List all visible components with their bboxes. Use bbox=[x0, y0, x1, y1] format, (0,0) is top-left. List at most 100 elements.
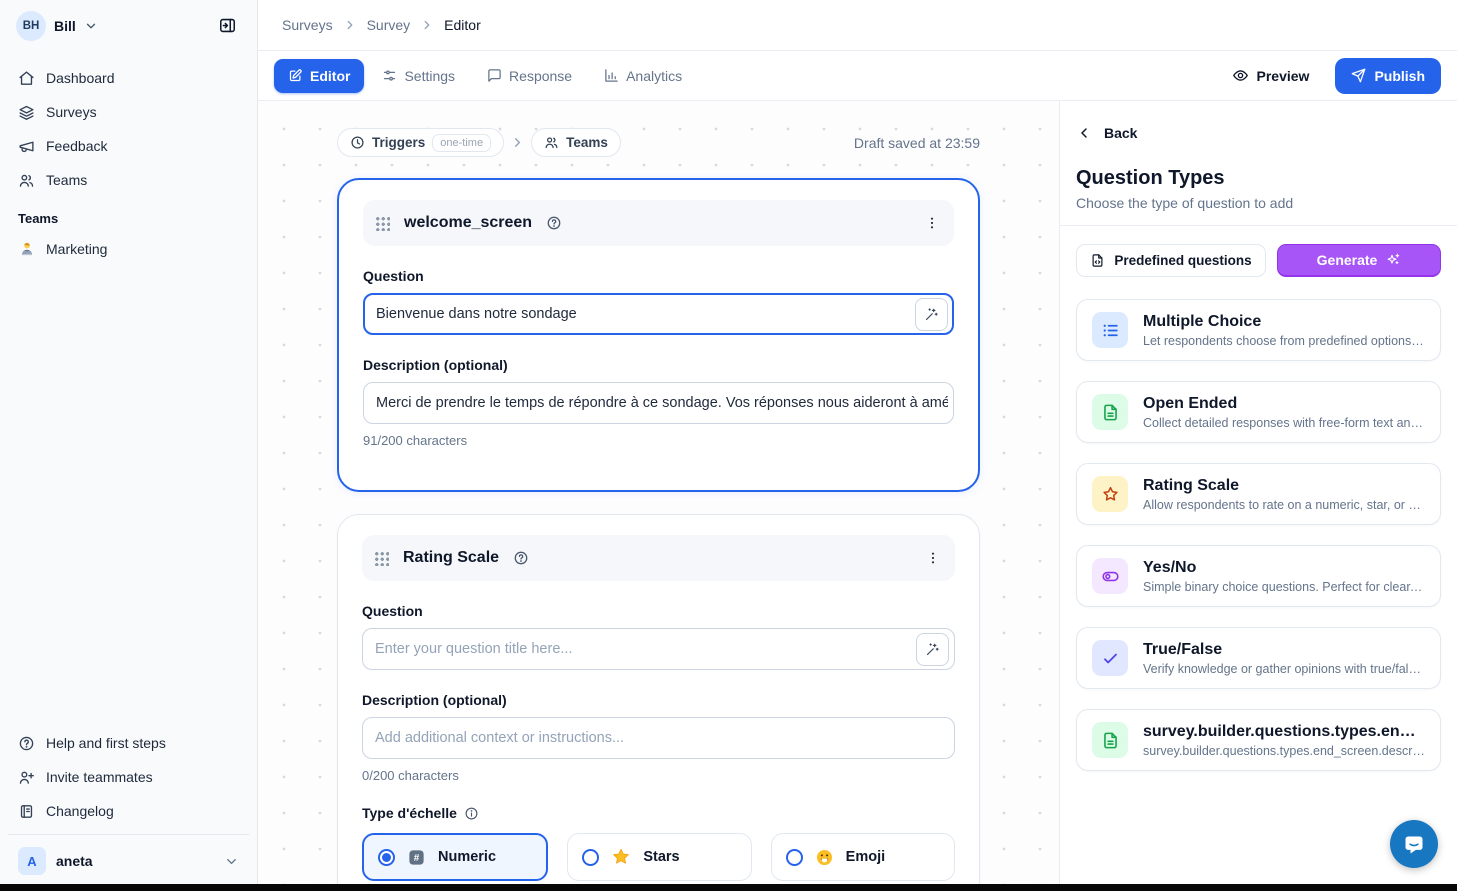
magic-wand-icon bbox=[924, 307, 939, 322]
card-menu-button[interactable] bbox=[924, 215, 940, 231]
workspace-switcher[interactable]: BH Bill bbox=[16, 11, 211, 41]
sidebar-item-changelog[interactable]: Changelog bbox=[8, 794, 249, 828]
sidebar-footer: Help and first steps Invite teammates Ch… bbox=[0, 718, 257, 828]
question-input-wrap bbox=[363, 293, 954, 335]
bottom-window-edge bbox=[0, 884, 1457, 891]
file-text-icon bbox=[1092, 722, 1128, 758]
teams-pill[interactable]: Teams bbox=[531, 128, 621, 157]
sidebar-item-surveys[interactable]: Surveys bbox=[8, 95, 249, 129]
pencil-square-icon bbox=[288, 68, 303, 83]
scale-option-label: Stars bbox=[643, 849, 679, 865]
question-type-end-screen[interactable]: survey.builder.questions.types.end_scr..… bbox=[1076, 709, 1441, 771]
sidebar-item-teams[interactable]: Teams bbox=[8, 163, 249, 197]
question-type-description: Let respondents choose from predefined o… bbox=[1143, 334, 1425, 348]
drag-handle-icon[interactable] bbox=[374, 551, 389, 566]
help-circle-icon[interactable] bbox=[546, 215, 562, 231]
question-type-description: Allow respondents to rate on a numeric, … bbox=[1143, 498, 1425, 512]
question-type-open-ended[interactable]: Open Ended Collect detailed responses wi… bbox=[1076, 381, 1441, 443]
info-circle-icon[interactable] bbox=[464, 806, 479, 821]
sidebar-item-invite[interactable]: Invite teammates bbox=[8, 760, 249, 794]
card-menu-button[interactable] bbox=[925, 550, 941, 566]
tab-analytics[interactable]: Analytics bbox=[590, 59, 696, 93]
home-icon bbox=[18, 70, 35, 87]
file-code-icon bbox=[1090, 253, 1105, 268]
changelog-icon bbox=[18, 803, 35, 820]
question-type-description: Collect detailed responses with free-for… bbox=[1143, 416, 1425, 430]
sidebar-item-dashboard[interactable]: Dashboard bbox=[8, 61, 249, 95]
question-type-text: Rating Scale Allow respondents to rate o… bbox=[1143, 477, 1425, 512]
scale-type-label: Type d'échelle bbox=[362, 805, 955, 821]
chat-bubble-icon bbox=[1402, 832, 1426, 856]
help-circle-icon[interactable] bbox=[513, 550, 529, 566]
publish-button[interactable]: Publish bbox=[1335, 58, 1441, 94]
survey-builder-app: BH Bill Dashboard bbox=[0, 0, 1457, 891]
sidebar-item-help[interactable]: Help and first steps bbox=[8, 726, 249, 760]
question-type-yes-no[interactable]: Yes/No Simple binary choice questions. P… bbox=[1076, 545, 1441, 607]
scale-option-numeric[interactable]: # Numeric bbox=[362, 833, 548, 881]
send-icon bbox=[1351, 68, 1366, 83]
tab-settings[interactable]: Settings bbox=[368, 59, 469, 93]
ai-rewrite-button[interactable] bbox=[916, 633, 949, 666]
question-card-rating-scale[interactable]: Rating Scale Question bbox=[337, 514, 980, 891]
main-column: Surveys Survey Editor Editor Setting bbox=[258, 0, 1457, 891]
breadcrumb-survey[interactable]: Survey bbox=[367, 17, 411, 33]
scale-option-label: Emoji bbox=[846, 849, 885, 865]
clock-icon bbox=[350, 135, 365, 150]
breadcrumb-surveys[interactable]: Surveys bbox=[282, 17, 333, 33]
back-button[interactable]: Back bbox=[1060, 101, 1457, 141]
sidebar-item-label: Invite teammates bbox=[46, 769, 153, 785]
question-card-title: welcome_screen bbox=[404, 214, 532, 232]
megaphone-icon bbox=[18, 138, 35, 155]
question-type-true-false[interactable]: True/False Verify knowledge or gather op… bbox=[1076, 627, 1441, 689]
scale-option-label: Numeric bbox=[438, 849, 496, 865]
bar-chart-icon bbox=[604, 68, 619, 83]
smiley-emoji bbox=[815, 848, 834, 867]
star-emoji bbox=[611, 847, 631, 867]
user-plus-icon bbox=[18, 769, 35, 786]
question-type-description: Verify knowledge or gather opinions with… bbox=[1143, 662, 1425, 676]
account-name: aneta bbox=[56, 853, 214, 869]
trigger-type-badge: one-time bbox=[432, 134, 491, 152]
sidebar-collapse-button[interactable] bbox=[211, 10, 243, 42]
scale-option-stars[interactable]: Stars bbox=[567, 833, 751, 881]
description-input[interactable] bbox=[375, 730, 949, 746]
drag-handle-icon[interactable] bbox=[375, 216, 390, 231]
survey-canvas: Triggers one-time Teams Draft sav bbox=[258, 101, 1059, 891]
breadcrumb-editor: Editor bbox=[444, 17, 481, 33]
generate-button[interactable]: Generate bbox=[1277, 244, 1441, 277]
sidebar-spacer bbox=[0, 266, 257, 718]
question-type-list: Multiple Choice Let respondents choose f… bbox=[1060, 289, 1457, 781]
question-input[interactable] bbox=[375, 641, 916, 657]
tab-editor[interactable]: Editor bbox=[274, 59, 364, 93]
account-menu[interactable]: A aneta bbox=[8, 834, 249, 891]
question-type-rating-scale[interactable]: Rating Scale Allow respondents to rate o… bbox=[1076, 463, 1441, 525]
tab-response[interactable]: Response bbox=[473, 59, 586, 93]
users-icon bbox=[544, 135, 559, 150]
scale-option-emoji[interactable]: Emoji bbox=[771, 833, 955, 881]
question-type-title: Rating Scale bbox=[1143, 477, 1425, 495]
technologist-emoji bbox=[18, 240, 36, 258]
triggers-pill[interactable]: Triggers one-time bbox=[337, 128, 504, 157]
description-input[interactable] bbox=[376, 395, 948, 411]
question-type-multiple-choice[interactable]: Multiple Choice Let respondents choose f… bbox=[1076, 299, 1441, 361]
question-card-header: Rating Scale bbox=[362, 535, 955, 581]
chat-launcher-button[interactable] bbox=[1390, 820, 1438, 868]
question-input[interactable] bbox=[376, 306, 915, 322]
sidebar-item-label: Changelog bbox=[46, 803, 114, 819]
sidebar-item-feedback[interactable]: Feedback bbox=[8, 129, 249, 163]
question-card-welcome-screen[interactable]: welcome_screen Question bbox=[337, 178, 980, 492]
sidebar-item-label: Surveys bbox=[46, 104, 97, 120]
layers-icon bbox=[18, 104, 35, 121]
preview-label: Preview bbox=[1257, 68, 1310, 84]
help-circle-icon bbox=[18, 735, 35, 752]
question-types-panel: Back Question Types Choose the type of q… bbox=[1059, 101, 1457, 891]
predefined-questions-button[interactable]: Predefined questions bbox=[1076, 244, 1266, 277]
preview-button[interactable]: Preview bbox=[1220, 59, 1322, 93]
ai-rewrite-button[interactable] bbox=[915, 298, 948, 331]
question-label: Question bbox=[362, 603, 955, 619]
publish-label: Publish bbox=[1374, 68, 1425, 84]
question-card-title: Rating Scale bbox=[403, 549, 499, 567]
question-type-title: Open Ended bbox=[1143, 395, 1425, 413]
scale-type-label-text: Type d'échelle bbox=[362, 805, 457, 821]
sidebar-item-team-marketing[interactable]: Marketing bbox=[8, 232, 249, 266]
